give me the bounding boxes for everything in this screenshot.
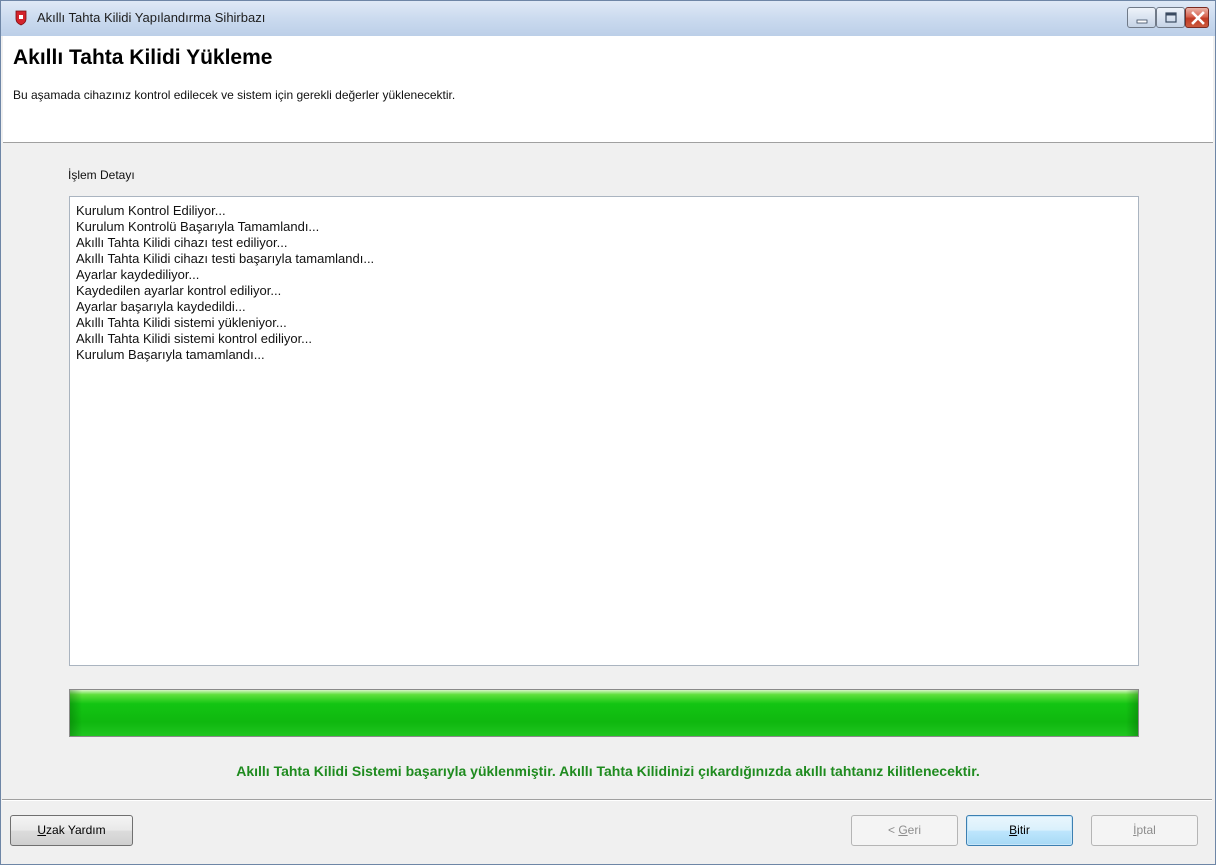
window-title: Akıllı Tahta Kilidi Yapılandırma Sihirba…	[37, 10, 266, 25]
page-subtitle: Bu aşamada cihazınız kontrol edilecek ve…	[13, 88, 456, 102]
log-line: Akıllı Tahta Kilidi cihazı testi başarıy…	[76, 251, 375, 266]
log-line: Akıllı Tahta Kilidi cihazı test ediliyor…	[76, 235, 288, 250]
minimize-icon	[1136, 19, 1148, 24]
detail-label: İşlem Detayı	[68, 168, 135, 182]
log-line: Ayarlar başarıyla kaydedildi...	[76, 299, 246, 314]
help-mnemonic: U	[37, 823, 47, 837]
progress-fill	[70, 690, 1138, 736]
finish-button[interactable]: Bitir	[966, 815, 1073, 846]
back-prefix: <	[887, 823, 899, 837]
install-progress-bar	[69, 689, 1139, 737]
maximize-icon	[1165, 12, 1177, 23]
back-label: eri	[907, 823, 922, 837]
log-line: Kurulum Kontrolü Başarıyla Tamamlandı...	[76, 219, 320, 234]
log-line: Kurulum Başarıyla tamamlandı...	[76, 347, 265, 362]
finish-label: itir	[1017, 823, 1030, 837]
back-button[interactable]: < Geri	[851, 815, 958, 846]
log-line: Akıllı Tahta Kilidi sistemi kontrol edil…	[76, 331, 313, 346]
log-line: Ayarlar kaydediliyor...	[76, 267, 200, 282]
log-line: Akıllı Tahta Kilidi sistemi yükleniyor..…	[76, 315, 287, 330]
wizard-header: Akıllı Tahta Kilidi Yükleme Bu aşamada c…	[3, 36, 1213, 143]
title-bar[interactable]: Akıllı Tahta Kilidi Yapılandırma Sihirba…	[1, 1, 1215, 36]
back-mnemonic: G	[898, 823, 908, 837]
minimize-button[interactable]	[1127, 7, 1156, 28]
log-line: Kaydedilen ayarlar kontrol ediliyor...	[76, 283, 282, 298]
detail-log[interactable]: Kurulum Kontrol Ediliyor... Kurulum Kont…	[69, 196, 1139, 666]
close-icon	[1191, 11, 1205, 25]
footer-divider-highlight	[2, 800, 1212, 801]
cancel-button[interactable]: İptal	[1091, 815, 1198, 846]
log-line: Kurulum Kontrol Ediliyor...	[76, 203, 226, 218]
shield-lock-icon	[13, 10, 29, 26]
cancel-label: ptal	[1136, 823, 1156, 837]
finish-mnemonic: B	[1009, 823, 1018, 837]
page-title: Akıllı Tahta Kilidi Yükleme	[13, 46, 273, 69]
close-button[interactable]	[1185, 7, 1209, 28]
help-label: zak Yardım	[46, 823, 106, 837]
maximize-button[interactable]	[1156, 7, 1185, 28]
remote-help-button[interactable]: Uzak Yardım	[10, 815, 133, 846]
status-message: Akıllı Tahta Kilidi Sistemi başarıyla yü…	[236, 763, 980, 779]
